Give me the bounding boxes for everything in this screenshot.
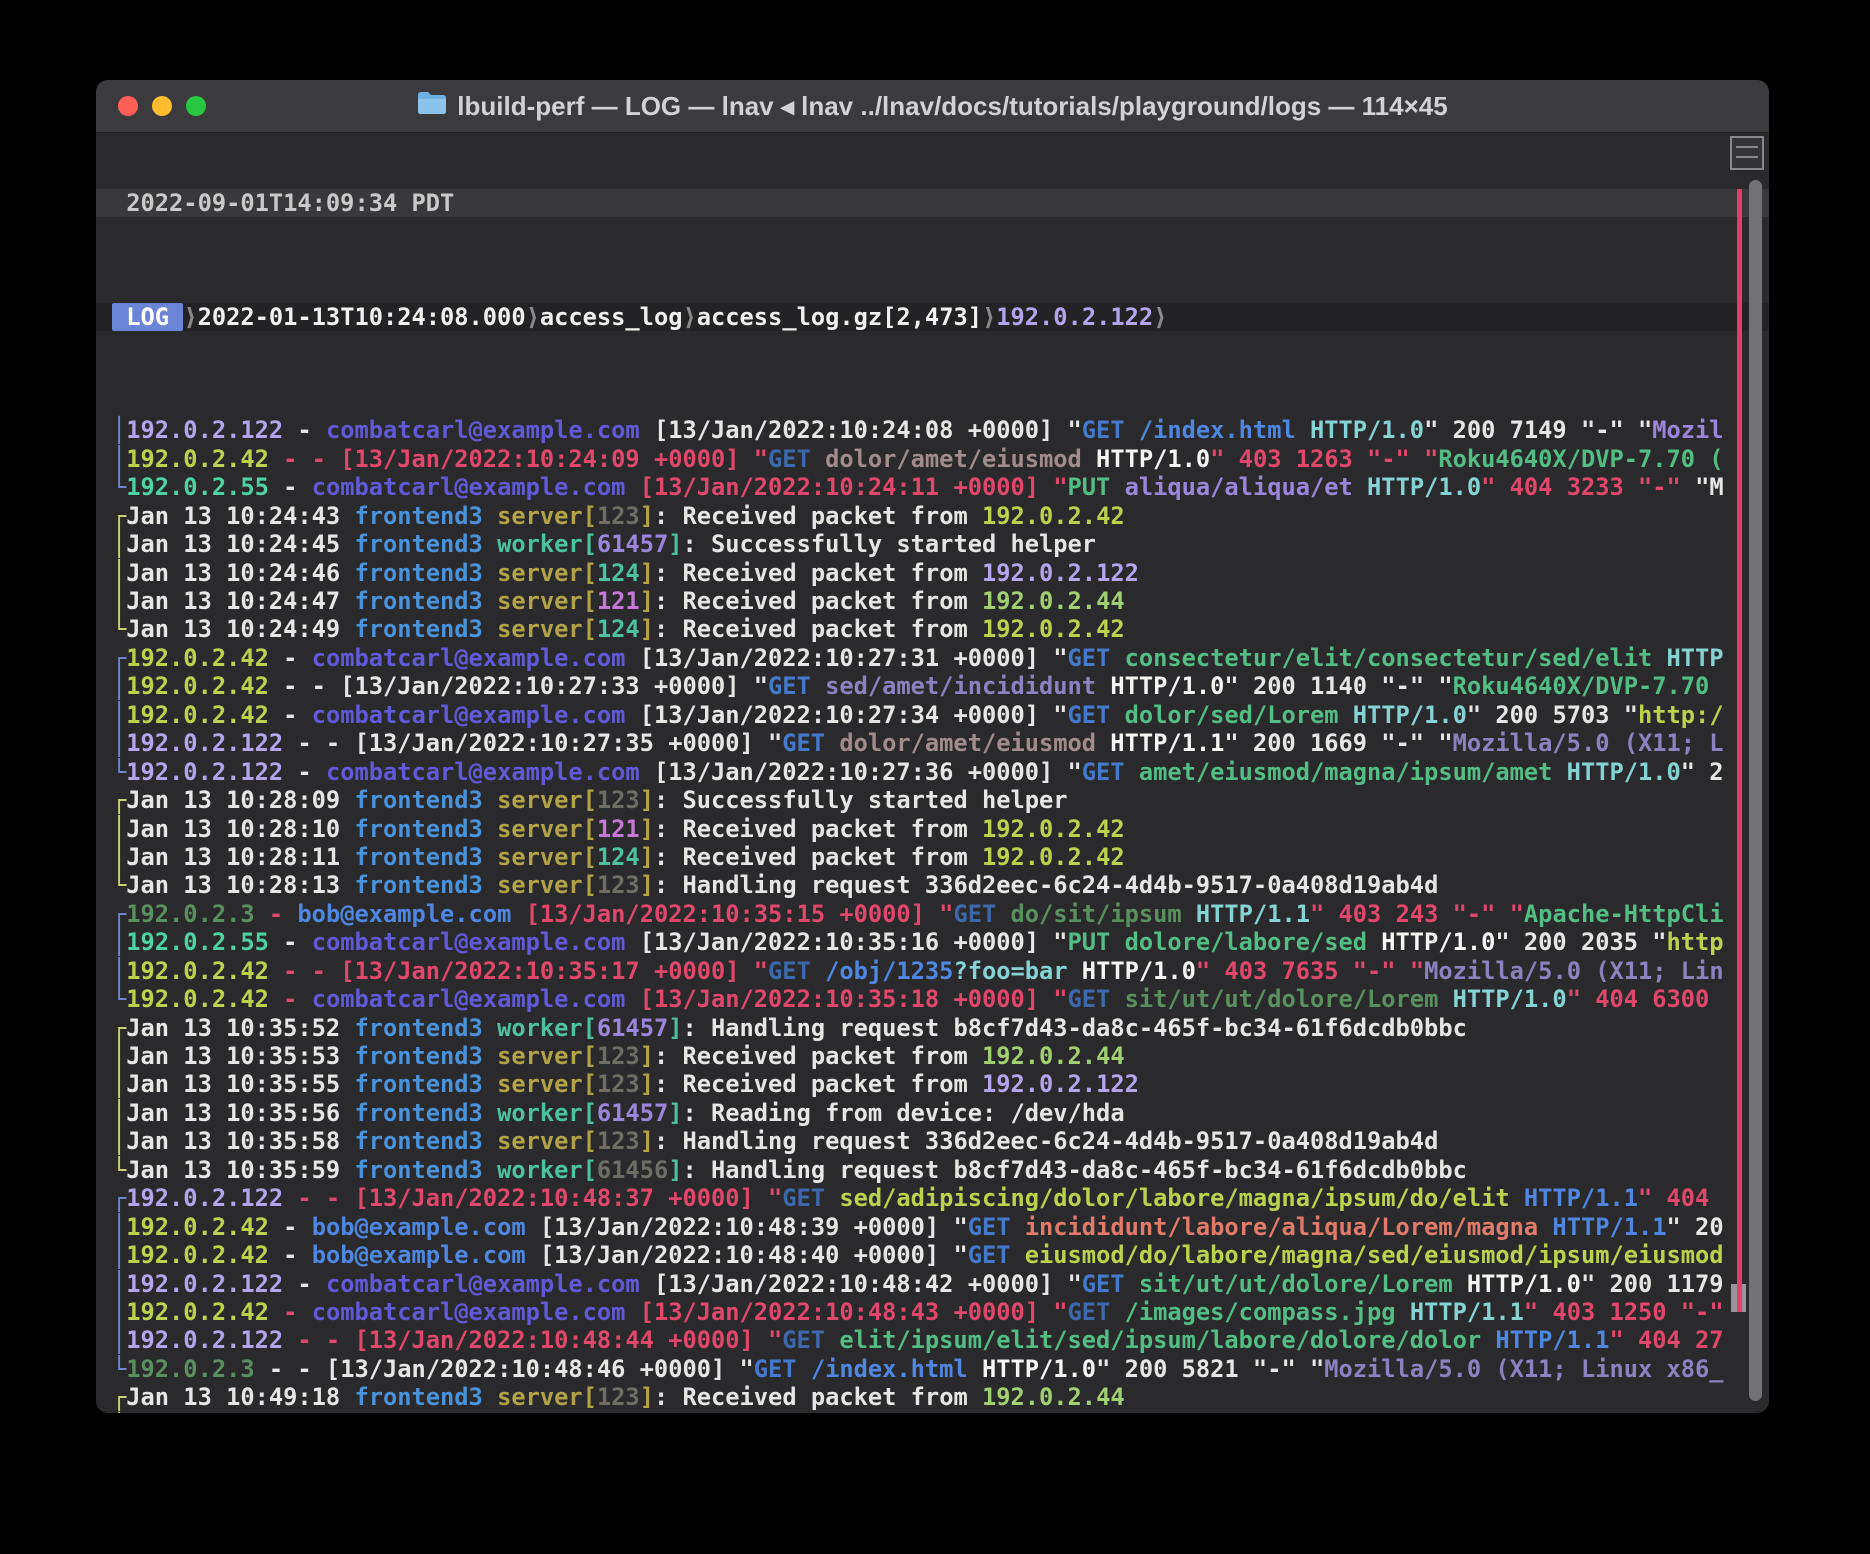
- terminal-content: 2022-09-01T14:09:34 PDT LOG ⟩2022-01-13T…: [96, 132, 1769, 1413]
- log-line[interactable]: │Jan 13 10:24:47 frontend3 server[121]: …: [96, 587, 1769, 615]
- macos-scrollbar-thumb[interactable]: [1749, 180, 1762, 1401]
- log-line[interactable]: └192.0.2.122 - combatcarl@example.com [1…: [96, 758, 1769, 786]
- breadcrumb-item[interactable]: 192.0.2.122: [996, 303, 1153, 331]
- log-line[interactable]: │192.0.2.42 - bob@example.com [13/Jan/20…: [96, 1241, 1769, 1269]
- breadcrumb-item[interactable]: access_log: [540, 303, 683, 331]
- log-line[interactable]: └Jan 13 10:35:59 frontend3 worker[61456]…: [96, 1156, 1769, 1184]
- log-line[interactable]: ┌192.0.2.42 - combatcarl@example.com [13…: [96, 644, 1769, 672]
- log-line[interactable]: │Jan 13 10:24:45 frontend3 worker[61457]…: [96, 530, 1769, 558]
- log-line[interactable]: │192.0.2.42 - combatcarl@example.com [13…: [96, 701, 1769, 729]
- log-line[interactable]: │Jan 13 10:24:46 frontend3 server[124]: …: [96, 559, 1769, 587]
- log-line[interactable]: ┌192.0.2.3 - bob@example.com [13/Jan/202…: [96, 900, 1769, 928]
- log-line[interactable]: │192.0.2.55 - combatcarl@example.com [13…: [96, 928, 1769, 956]
- traffic-lights: [118, 96, 206, 116]
- close-button-icon[interactable]: [118, 96, 138, 116]
- window-title: lbuild-perf — LOG — lnav ◂ lnav ../lnav/…: [96, 91, 1769, 122]
- log-line[interactable]: │192.0.2.122 - - [13/Jan/2022:10:27:35 +…: [96, 729, 1769, 757]
- log-line[interactable]: │Jan 13 10:35:55 frontend3 server[123]: …: [96, 1070, 1769, 1098]
- folder-icon: [417, 91, 447, 122]
- log-line[interactable]: │192.0.2.42 - - [13/Jan/2022:10:24:09 +0…: [96, 445, 1769, 473]
- log-line[interactable]: │192.0.2.42 - - [13/Jan/2022:10:27:33 +0…: [96, 672, 1769, 700]
- title-bar[interactable]: lbuild-perf — LOG — lnav ◂ lnav ../lnav/…: [96, 80, 1769, 133]
- window-title-text: lbuild-perf — LOG — lnav ◂ lnav ../lnav/…: [457, 91, 1447, 122]
- lnav-clock-bar: 2022-09-01T14:09:34 PDT: [96, 189, 1769, 217]
- log-line[interactable]: ┌Jan 13 10:28:09 frontend3 server[123]: …: [96, 786, 1769, 814]
- log-view: │192.0.2.122 - combatcarl@example.com [1…: [96, 416, 1769, 1413]
- log-line[interactable]: │192.0.2.42 - bob@example.com [13/Jan/20…: [96, 1213, 1769, 1241]
- split-pane-button[interactable]: [1730, 136, 1764, 170]
- breadcrumb-item[interactable]: 2022-01-13T10:24:08.000: [198, 303, 526, 331]
- breadcrumb-separator-icon: ⟩: [1153, 303, 1167, 331]
- breadcrumb-separator-icon: ⟩: [682, 303, 696, 331]
- log-line[interactable]: │Jan 13 10:49:19 frontend3 server[124]: …: [96, 1412, 1769, 1413]
- log-line[interactable]: └Jan 13 10:24:49 frontend3 server[124]: …: [96, 615, 1769, 643]
- log-line[interactable]: └192.0.2.42 - combatcarl@example.com [13…: [96, 985, 1769, 1013]
- minimize-button-icon[interactable]: [152, 96, 172, 116]
- log-line[interactable]: │Jan 13 10:35:53 frontend3 server[123]: …: [96, 1042, 1769, 1070]
- breadcrumb-separator-icon: ⟩: [183, 303, 197, 331]
- log-line[interactable]: │Jan 13 10:28:11 frontend3 server[124]: …: [96, 843, 1769, 871]
- zoom-button-icon[interactable]: [186, 96, 206, 116]
- log-line[interactable]: ┌192.0.2.122 - - [13/Jan/2022:10:48:37 +…: [96, 1184, 1769, 1212]
- log-line[interactable]: │Jan 13 10:28:10 frontend3 server[121]: …: [96, 815, 1769, 843]
- log-line[interactable]: ┌Jan 13 10:49:18 frontend3 server[123]: …: [96, 1383, 1769, 1411]
- log-line[interactable]: │192.0.2.42 - combatcarl@example.com [13…: [96, 1298, 1769, 1326]
- log-line[interactable]: │192.0.2.42 - - [13/Jan/2022:10:35:17 +0…: [96, 957, 1769, 985]
- log-line[interactable]: └192.0.2.55 - combatcarl@example.com [13…: [96, 473, 1769, 501]
- log-line[interactable]: │Jan 13 10:35:58 frontend3 server[123]: …: [96, 1127, 1769, 1155]
- breadcrumb-separator-icon: ⟩: [982, 303, 996, 331]
- log-line[interactable]: └192.0.2.3 - - [13/Jan/2022:10:48:46 +00…: [96, 1355, 1769, 1383]
- breadcrumb-item[interactable]: access_log.gz[2,473]: [697, 303, 982, 331]
- breadcrumb: LOG ⟩2022-01-13T10:24:08.000⟩access_log⟩…: [96, 303, 1769, 331]
- log-line[interactable]: ┌Jan 13 10:35:52 frontend3 worker[61457]…: [96, 1014, 1769, 1042]
- breadcrumb-content: LOG ⟩2022-01-13T10:24:08.000⟩access_log⟩…: [112, 303, 1167, 331]
- breadcrumb-log-chip[interactable]: LOG: [112, 303, 183, 331]
- breadcrumb-separator-icon: ⟩: [526, 303, 540, 331]
- log-line[interactable]: │192.0.2.122 - combatcarl@example.com [1…: [96, 416, 1769, 444]
- lnav-error-scroll-line: [1737, 189, 1742, 1312]
- clock-text: 2022-09-01T14:09:34 PDT: [112, 189, 454, 217]
- log-line[interactable]: └Jan 13 10:28:13 frontend3 server[123]: …: [96, 871, 1769, 899]
- log-line[interactable]: │Jan 13 10:35:56 frontend3 worker[61457]…: [96, 1099, 1769, 1127]
- log-line[interactable]: │192.0.2.122 - - [13/Jan/2022:10:48:44 +…: [96, 1326, 1769, 1354]
- terminal-window: lbuild-perf — LOG — lnav ◂ lnav ../lnav/…: [96, 80, 1769, 1413]
- log-line[interactable]: │192.0.2.122 - combatcarl@example.com [1…: [96, 1270, 1769, 1298]
- log-line[interactable]: ┌Jan 13 10:24:43 frontend3 server[123]: …: [96, 502, 1769, 530]
